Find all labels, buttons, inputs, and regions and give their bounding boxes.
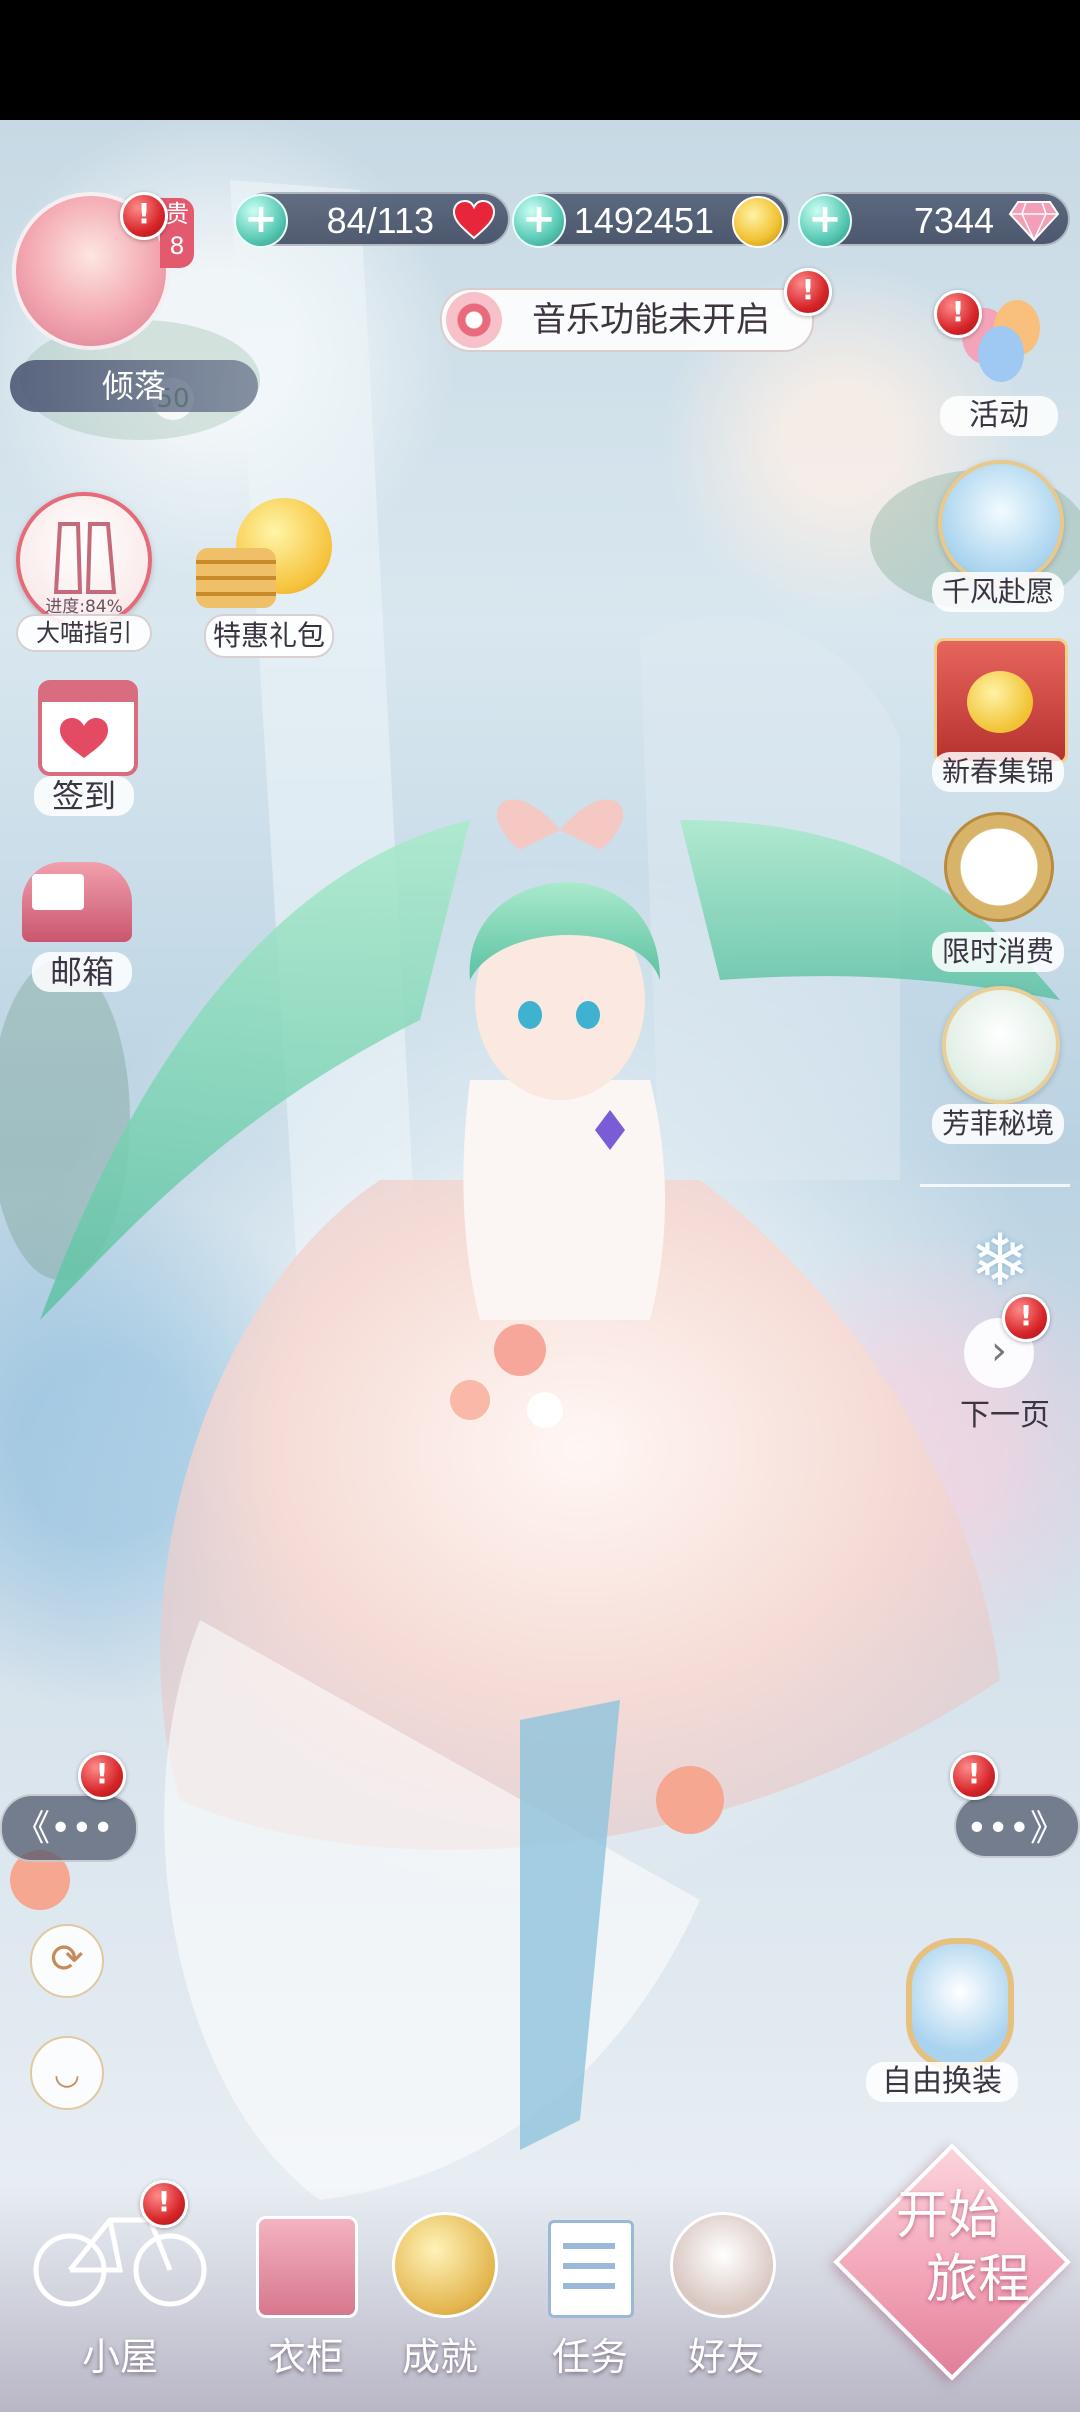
activity-button[interactable]: ! 活动 [934, 290, 1064, 440]
coin-stack-icon [196, 548, 276, 608]
guide-icon: 进度:84% [16, 492, 152, 628]
spring-label: 新春集锦 [932, 752, 1064, 792]
free-dress-label: 自由换装 [866, 2062, 1018, 2102]
coins-value: 1492451 [573, 200, 714, 241]
free-dress-button[interactable]: 自由换装 [866, 1932, 1036, 2122]
add-diamonds-button[interactable]: + [798, 194, 852, 248]
calendar-heart-icon [38, 680, 138, 776]
secret-label: 芳菲秘境 [932, 1104, 1064, 1144]
music-notice[interactable]: 音乐功能未开启 [440, 288, 814, 352]
cottage-label: 小屋 [81, 2335, 158, 2379]
hide-ui-button[interactable]: ◡ [30, 2036, 104, 2110]
activity-label: 活动 [940, 396, 1058, 436]
vip-text: 贵 [165, 200, 189, 228]
mailbox-button[interactable]: 邮箱 [14, 842, 144, 1002]
level-text: 8 [169, 232, 185, 260]
achievement-button[interactable]: 成就 [370, 2196, 510, 2386]
start-label: 开始 旅程 [838, 2184, 1058, 2312]
achievement-label: 成就 [401, 2335, 478, 2379]
status-bar [0, 0, 1080, 120]
wardrobe-icon [256, 2216, 358, 2318]
mailbox-label: 邮箱 [32, 952, 132, 992]
start-line1: 开始 [895, 2186, 1000, 2246]
heart-icon [452, 199, 496, 240]
temple-icon [938, 460, 1064, 586]
player-name-plate[interactable]: 倾落 [10, 360, 258, 412]
music-alert-icon: ! [784, 268, 832, 316]
next-page-alert-icon: ! [1002, 1294, 1050, 1342]
refresh-button[interactable]: ⟳ [30, 1924, 104, 1998]
add-coins-button[interactable]: + [512, 194, 566, 248]
wish-label: 千风赴愿 [932, 572, 1064, 612]
cottage-alert-icon: ! [140, 2180, 188, 2228]
butterfly-icon [942, 986, 1060, 1104]
music-disc-icon [446, 292, 502, 348]
clock-icon [944, 812, 1054, 922]
guide-button[interactable]: 进度:84% 大喵指引 [16, 492, 156, 672]
start-line2: 旅程 [925, 2250, 1030, 2310]
friends-button[interactable]: 好友 [656, 2196, 796, 2386]
bicycle-icon [33, 2217, 207, 2307]
next-page-label: 下一页 [960, 1398, 1050, 1433]
right-scroll-tab[interactable]: •••》 [954, 1794, 1080, 1858]
friends-label: 好友 [687, 2335, 764, 2379]
tasks-label: 任务 [551, 2335, 628, 2379]
eye-closed-icon: ◡ [53, 2057, 81, 2092]
music-notice-text: 音乐功能未开启 [532, 300, 770, 340]
wardrobe-label: 衣柜 [267, 2335, 344, 2379]
wardrobe-button[interactable]: 衣柜 [236, 2196, 376, 2386]
secret-button[interactable]: 芳菲秘境 [930, 980, 1066, 1150]
next-page-button[interactable]: › ! 下一页 [950, 1294, 1060, 1448]
right-tab-alert-icon: ! [950, 1752, 998, 1800]
wish-button[interactable]: 千风赴愿 [932, 460, 1066, 620]
tasks-button[interactable]: 任务 [520, 2196, 660, 2386]
gift-pack-label: 特惠礼包 [204, 614, 334, 658]
coin-icon [732, 196, 784, 248]
left-scroll-tab[interactable]: 《••• [0, 1794, 138, 1862]
start-journey-button[interactable]: 开始 旅程 [833, 2143, 1071, 2381]
limited-label: 限时消费 [932, 932, 1064, 972]
right-arrow-text: •••》 [966, 1808, 1066, 1849]
spring-festival-icon [934, 638, 1068, 764]
stamina-value: 84/113 [326, 200, 434, 241]
spring-button[interactable]: 新春集锦 [928, 628, 1068, 798]
guide-label: 大喵指引 [16, 614, 152, 652]
left-tab-alert-icon: ! [78, 1752, 126, 1800]
mailbox-icon [22, 862, 132, 942]
player-avatar[interactable]: 贵 8 50 ! [12, 192, 194, 420]
game-scene: 贵 8 50 ! 倾落 84/113 + 1492451 + 7344 + 音乐… [0, 120, 1080, 2412]
activity-alert-icon: ! [934, 290, 982, 338]
sign-in-label: 签到 [34, 776, 134, 816]
gift-pack-button[interactable]: 特惠礼包 [196, 498, 356, 678]
avatar-alert-icon: ! [120, 192, 168, 240]
divider-line [920, 1184, 1070, 1187]
cottage-button[interactable]: ! 小屋 [20, 2180, 220, 2380]
sign-in-button[interactable]: 签到 [30, 680, 140, 830]
diamond-icon [1008, 198, 1060, 242]
diamonds-value: 7344 [913, 200, 994, 241]
checklist-icon [548, 2220, 634, 2318]
left-arrow-text: 《••• [14, 1808, 114, 1849]
limited-button[interactable]: 限时消费 [930, 808, 1066, 978]
friends-icon [670, 2212, 776, 2318]
mirror-icon [906, 1938, 1014, 2070]
add-stamina-button[interactable]: + [234, 194, 288, 248]
snowflake-icon: ❄ [969, 1218, 1031, 1302]
medal-icon [392, 2212, 498, 2318]
